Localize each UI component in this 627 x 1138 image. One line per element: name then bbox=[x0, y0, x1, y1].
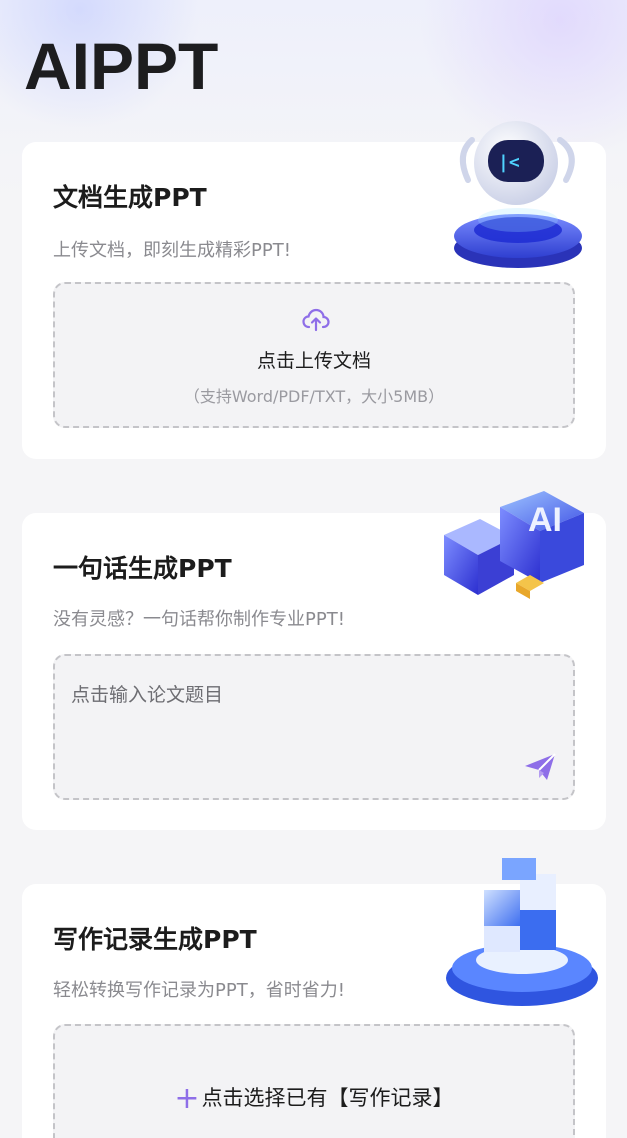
topic-input-box bbox=[53, 654, 575, 800]
upload-format-hint: （支持Word/PDF/TXT，大小5MB） bbox=[183, 387, 445, 406]
card-title: 写作记录生成PPT bbox=[53, 925, 257, 954]
card-title: 一句话生成PPT bbox=[53, 554, 232, 583]
card-description: 没有灵感？一句话帮你制作专业PPT! bbox=[53, 609, 345, 630]
document-upload-dropzone[interactable]: 点击上传文档 （支持Word/PDF/TXT，大小5MB） bbox=[53, 282, 575, 428]
robot-illustration: |< bbox=[454, 121, 582, 268]
svg-text:|<: |< bbox=[498, 152, 520, 173]
card-document-to-ppt: 文档生成PPT 上传文档，即刻生成精彩PPT! |< 点击上传文档 （支持Wor… bbox=[22, 121, 606, 459]
cloud-upload-icon bbox=[302, 308, 330, 332]
plus-icon: + bbox=[174, 1081, 200, 1116]
page-title: AIPPT bbox=[24, 29, 219, 103]
ai-cube-illustration: AI bbox=[444, 491, 584, 599]
card-title: 文档生成PPT bbox=[53, 183, 207, 212]
svg-text:AI: AI bbox=[528, 501, 562, 539]
upload-document-label: 点击上传文档 bbox=[256, 350, 371, 372]
card-description: 上传文档，即刻生成精彩PPT! bbox=[53, 240, 291, 261]
topic-input[interactable] bbox=[71, 684, 491, 706]
select-writing-record-button[interactable]: +点击选择已有【写作记录】 bbox=[53, 1024, 575, 1138]
card-description: 轻松转换写作记录为PPT，省时省力! bbox=[53, 980, 345, 1001]
select-writing-record: +点击选择已有【写作记录】 bbox=[55, 1081, 573, 1116]
blocks-platform-illustration bbox=[446, 858, 598, 1006]
select-writing-record-label: 点击选择已有【写作记录】 bbox=[201, 1086, 454, 1110]
card-writing-record-to-ppt: 写作记录生成PPT 轻松转换写作记录为PPT，省时省力! +点击选择已有【写作记… bbox=[22, 858, 606, 1138]
card-sentence-to-ppt: 一句话生成PPT 没有灵感？一句话帮你制作专业PPT! AI bbox=[22, 491, 606, 830]
send-icon[interactable] bbox=[523, 752, 557, 782]
